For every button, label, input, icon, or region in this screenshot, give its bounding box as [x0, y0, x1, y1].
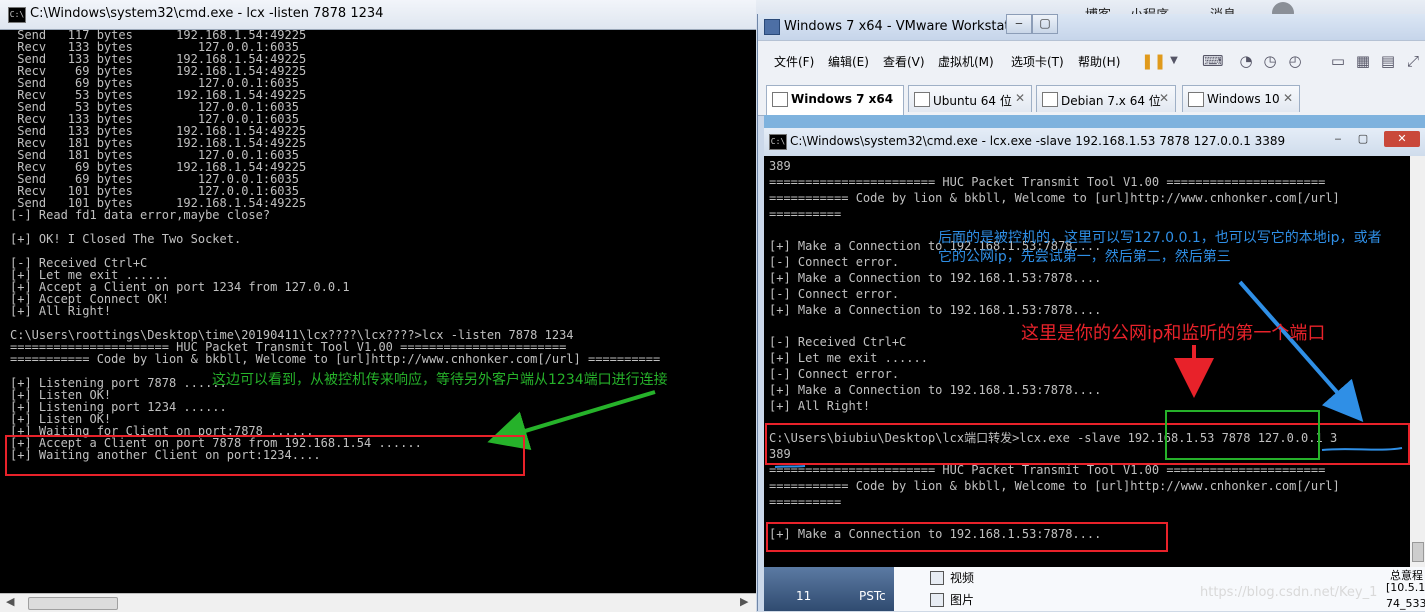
blue-underline	[774, 465, 806, 468]
blue-annotation-text: 后面的是被控机的，这里可以写127.0.0.1，也可以写它的本地ip，或者它的公…	[938, 230, 1382, 265]
green-arrow	[487, 390, 656, 450]
right-connection-red-box	[766, 522, 1168, 552]
blue-arrow	[1238, 280, 1364, 423]
red-annotation-text: 这里是你的公网ip和监听的第一个端口	[1021, 323, 1326, 344]
left-red-highlight-box	[5, 435, 525, 476]
annotation-layer	[487, 280, 1403, 468]
green-ip-port-box	[1165, 410, 1320, 460]
watermark: https://blog.csdn.net/Key_1	[1200, 585, 1378, 600]
green-annotation-text: 这边可以看到，从被控机传来响应，等待另外客户端从1234端口进行连接	[212, 372, 668, 388]
